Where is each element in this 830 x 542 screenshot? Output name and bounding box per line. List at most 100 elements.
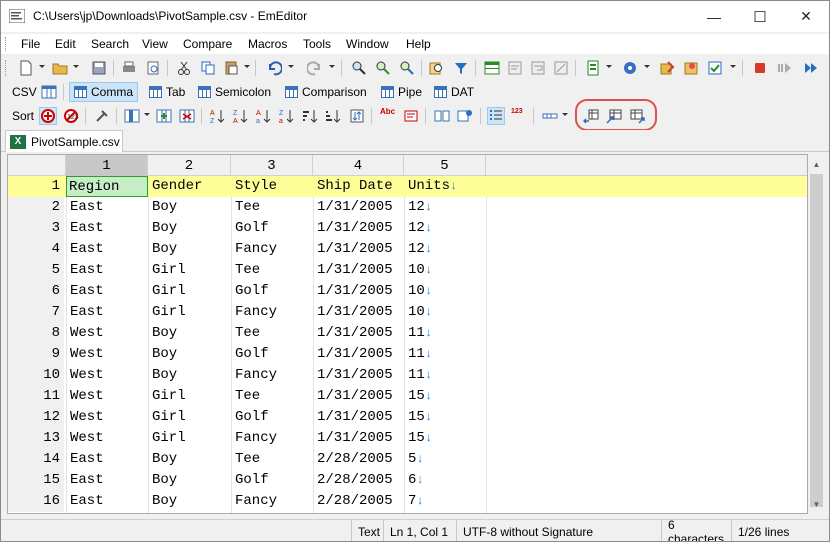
toolbar-grip[interactable]	[5, 60, 8, 76]
grid-cell[interactable]: 11↓	[406, 365, 432, 386]
grid-cell[interactable]: 11↓	[406, 323, 432, 344]
menu-search[interactable]: Search	[91, 37, 129, 51]
stop-macro-icon[interactable]	[752, 60, 768, 76]
grid-cell[interactable]: West	[68, 323, 104, 344]
csv-grid[interactable]: 1 2 3 4 5 1 Region Gender Style Ship Date Uni…	[7, 154, 808, 514]
line-number[interactable]: 9	[8, 344, 64, 365]
sort-length-ascending-icon[interactable]	[302, 108, 318, 124]
chevron-down-icon[interactable]	[244, 65, 250, 68]
menu-compare[interactable]: Compare	[183, 37, 232, 51]
grid-cell[interactable]: 2/28/2005	[315, 470, 393, 491]
filter-icon[interactable]	[453, 60, 469, 76]
grid-cell[interactable]: Units↓	[406, 176, 457, 197]
grid-cell[interactable]: Fancy	[233, 428, 277, 449]
grid-cell[interactable]: 2/28/2005	[315, 449, 393, 470]
sort-z-to-a-icon[interactable]: ZA	[232, 108, 248, 124]
grid-cell[interactable]: East	[68, 302, 104, 323]
line-number[interactable]: 12	[8, 407, 64, 428]
delete-column-icon[interactable]	[179, 108, 195, 124]
column-header-1[interactable]: 1	[66, 155, 148, 176]
status-mode[interactable]: Text	[351, 520, 383, 541]
plugins-icon[interactable]	[622, 60, 638, 76]
grid-cell[interactable]: Style	[233, 176, 277, 197]
grid-cell[interactable]: Fancy	[233, 491, 277, 512]
scroll-down-icon[interactable]: ▼	[812, 500, 821, 509]
grid-cell[interactable]: 10↓	[406, 302, 432, 323]
grid-cell[interactable]: Golf	[233, 281, 269, 302]
chevron-down-icon[interactable]	[606, 65, 612, 68]
grid-cell[interactable]: Tee	[233, 449, 260, 470]
grid-cell[interactable]: West	[68, 386, 104, 407]
scroll-up-icon[interactable]: ▲	[812, 160, 821, 169]
grid-cell[interactable]: West	[68, 365, 104, 386]
clear-sort-icon[interactable]: 123	[63, 108, 79, 124]
grid-cell[interactable]: Girl	[150, 281, 186, 302]
sort-by-length-icon[interactable]: Aa	[255, 108, 271, 124]
grid-cell[interactable]: East	[68, 218, 104, 239]
grid-cell[interactable]: 12↓	[406, 197, 432, 218]
grid-cell[interactable]: Fancy	[233, 239, 277, 260]
grid-cell[interactable]: Tee	[233, 197, 260, 218]
column-header-5[interactable]: 5	[404, 155, 486, 176]
print-icon[interactable]	[121, 60, 137, 76]
find-icon[interactable]	[351, 60, 367, 76]
grid-cell[interactable]: 1/31/2005	[315, 218, 393, 239]
grid-cell[interactable]: 12↓	[406, 239, 432, 260]
checklist-icon[interactable]	[707, 60, 723, 76]
csv-separator-icon[interactable]	[542, 108, 558, 124]
grid-cell[interactable]: Fancy	[233, 365, 277, 386]
insert-column-icon[interactable]	[156, 108, 172, 124]
line-number[interactable]: 11	[8, 386, 64, 407]
line-number[interactable]: 13	[8, 428, 64, 449]
grid-cell[interactable]: Ship Date	[315, 176, 393, 197]
grid-cell[interactable]: 2/28/2005	[315, 491, 393, 512]
table-row[interactable]: 5 East Girl Tee 1/31/2005 10↓	[8, 260, 807, 281]
grid-cell[interactable]: East	[68, 449, 104, 470]
grid-cell[interactable]: 6↓	[406, 470, 424, 491]
csv-mode-dat[interactable]: DAT	[430, 82, 478, 102]
table-row[interactable]: 1 Region Gender Style Ship Date Units↓	[8, 176, 807, 197]
numbering-icon[interactable]	[487, 107, 505, 125]
chevron-down-icon[interactable]	[144, 113, 150, 116]
grid-cell[interactable]: Golf	[233, 218, 269, 239]
column-select-icon[interactable]	[124, 108, 140, 124]
word-wrap-icon[interactable]	[530, 60, 546, 76]
chevron-down-icon[interactable]	[73, 65, 79, 68]
run-macro-icon[interactable]	[776, 60, 792, 76]
grid-cell[interactable]: 15↓	[406, 407, 432, 428]
grid-cell[interactable]: Region	[66, 176, 148, 197]
find-in-files-icon[interactable]	[429, 60, 445, 76]
grid-cell[interactable]: 11↓	[406, 344, 432, 365]
line-number[interactable]: 1	[8, 176, 64, 197]
grid-cell[interactable]: Golf	[233, 344, 269, 365]
tab-pivotsample[interactable]: X PivotSample.csv	[5, 130, 123, 152]
csv-mode-semicolon[interactable]: Semicolon	[194, 82, 275, 102]
line-number[interactable]: 3	[8, 218, 64, 239]
table-row[interactable]: 14 East Boy Tee 2/28/2005 5↓	[8, 449, 807, 470]
grid-cell[interactable]: Boy	[150, 218, 177, 239]
reverse-sort-icon[interactable]	[349, 108, 365, 124]
vertical-scrollbar[interactable]: ▲ ▼	[808, 154, 825, 514]
grid-cell[interactable]: Boy	[150, 323, 177, 344]
column-header-4[interactable]: 4	[313, 155, 404, 176]
table-row[interactable]: 11 West Girl Tee 1/31/2005 15↓	[8, 386, 807, 407]
chevron-down-icon[interactable]	[562, 113, 568, 116]
table-row[interactable]: 3 East Boy Golf 1/31/2005 12↓	[8, 218, 807, 239]
status-position[interactable]: Ln 1, Col 1	[383, 520, 455, 541]
sort-case-sensitive-icon[interactable]: Abc	[380, 108, 396, 124]
menu-help[interactable]: Help	[406, 37, 431, 51]
line-number[interactable]: 4	[8, 239, 64, 260]
customize-icon[interactable]	[659, 60, 675, 76]
grid-cell[interactable]: 15↓	[406, 428, 432, 449]
grid-cell[interactable]: Boy	[150, 197, 177, 218]
grid-cell[interactable]: 5↓	[406, 449, 424, 470]
grid-cell[interactable]: East	[68, 197, 104, 218]
grid-cell[interactable]: Tee	[233, 386, 260, 407]
chevron-down-icon[interactable]	[644, 65, 650, 68]
table-row[interactable]: 16 East Boy Fancy 2/28/2005 7↓	[8, 491, 807, 512]
status-encoding[interactable]: UTF-8 without Signature	[456, 520, 661, 541]
undo-icon[interactable]	[266, 60, 282, 76]
open-folder-icon[interactable]	[52, 60, 68, 76]
table-row[interactable]: 10 West Boy Fancy 1/31/2005 11↓	[8, 365, 807, 386]
grid-cell[interactable]: Gender	[150, 176, 202, 197]
